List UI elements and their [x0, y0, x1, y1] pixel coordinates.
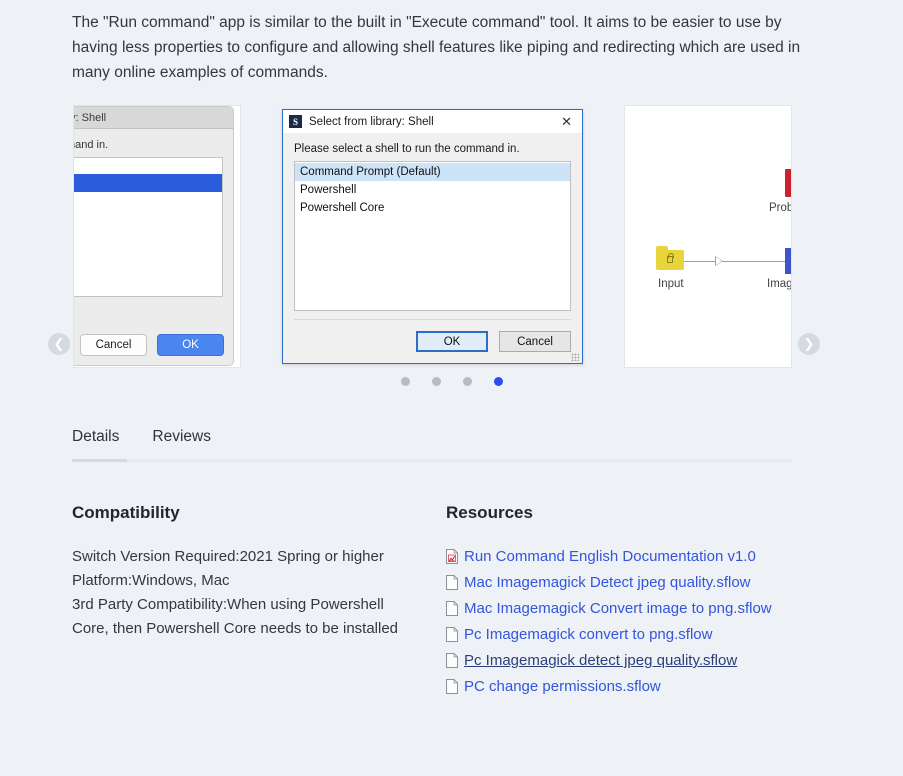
resource-item: Pc Imagemagick convert to png.sflow — [446, 623, 846, 647]
compatibility-section: Compatibility Switch Version Required:20… — [72, 503, 412, 641]
carousel-slides: ibrary: Shell e command in. Cancel OK S … — [0, 105, 903, 368]
yellow-folder-lock-icon — [656, 246, 684, 270]
list-item[interactable]: Command Prompt (Default) — [295, 163, 570, 181]
windows-shell-list[interactable]: Command Prompt (Default) Powershell Powe… — [294, 161, 571, 311]
screenshot-carousel: ❮ ❯ ibrary: Shell e command in. Cancel O… — [0, 105, 903, 386]
close-icon[interactable]: ✕ — [555, 115, 578, 128]
wf-node-label-problem: Proble — [769, 202, 791, 214]
mac-dialog-buttons: Cancel OK — [80, 334, 224, 356]
carousel-slide-next[interactable]: Proble Input Σ Image — [624, 105, 792, 368]
file-document-icon — [446, 627, 458, 642]
pdf-document-icon — [446, 549, 458, 564]
resource-item: PC change permissions.sflow — [446, 675, 846, 699]
carousel-slide-current[interactable]: S Select from library: Shell ✕ Please se… — [262, 105, 603, 368]
workflow-diagram: Proble Input Σ Image — [625, 106, 791, 367]
file-document-icon — [446, 679, 458, 694]
workflow-connector — [683, 261, 791, 262]
blue-app-icon: Σ — [785, 248, 791, 274]
windows-cancel-button[interactable]: Cancel — [499, 331, 571, 352]
carousel-slide-previous[interactable]: ibrary: Shell e command in. Cancel OK — [73, 105, 241, 368]
tab-active-indicator — [72, 459, 127, 462]
app-description: The "Run command" app is similar to the … — [72, 14, 801, 81]
resource-link[interactable]: Pc Imagemagick detect jpeg quality.sflow — [464, 652, 737, 669]
tab-underline — [72, 459, 792, 462]
resource-item: Run Command English Documentation v1.0 — [446, 545, 846, 569]
carousel-dots — [0, 377, 903, 386]
file-document-icon — [446, 601, 458, 616]
resource-item: Mac Imagemagick Convert image to png.sfl… — [446, 597, 846, 621]
switch-app-icon: S — [289, 115, 302, 128]
dialog-divider — [294, 319, 571, 320]
windows-dialog-titlebar: S Select from library: Shell ✕ — [283, 110, 582, 134]
resource-link[interactable]: Run Command English Documentation v1.0 — [464, 548, 756, 565]
tab-list: Details Reviews — [72, 428, 792, 459]
list-item[interactable]: Powershell — [295, 181, 570, 199]
file-document-icon — [446, 575, 458, 590]
tab-details[interactable]: Details — [72, 428, 119, 459]
carousel-dot-4[interactable] — [493, 377, 503, 386]
carousel-dot-2[interactable] — [431, 377, 441, 386]
list-item[interactable]: Powershell Core — [295, 199, 570, 217]
resource-item: Pc Imagemagick detect jpeg quality.sflow — [446, 649, 846, 673]
compatibility-line-3: 3rd Party Compatibility:When using Power… — [72, 596, 399, 637]
mac-select-shell-dialog: ibrary: Shell e command in. Cancel OK — [74, 106, 234, 366]
content-tabs: Details Reviews — [72, 428, 792, 462]
mac-list-selected-row[interactable] — [74, 174, 222, 192]
tab-reviews[interactable]: Reviews — [152, 428, 211, 459]
compatibility-line-2: Platform:Windows, Mac — [72, 572, 230, 589]
windows-dialog-prompt: Please select a shell to run the command… — [294, 143, 520, 155]
windows-select-shell-dialog: S Select from library: Shell ✕ Please se… — [282, 109, 583, 364]
resources-section: Resources Run Command English Documentat… — [446, 503, 846, 701]
windows-dialog-title: Select from library: Shell — [309, 115, 434, 128]
resource-link[interactable]: Pc Imagemagick convert to png.sflow — [464, 626, 712, 643]
mac-shell-list[interactable] — [74, 157, 223, 297]
mac-dialog-prompt: e command in. — [74, 139, 109, 151]
workflow-arrow-inner-icon — [716, 257, 722, 265]
resource-item: Mac Imagemagick Detect jpeg quality.sflo… — [446, 571, 846, 595]
resize-grip-icon[interactable] — [571, 353, 579, 361]
file-document-icon — [446, 653, 458, 668]
red-document-icon — [785, 169, 791, 197]
compatibility-heading: Compatibility — [72, 503, 180, 522]
compatibility-line-1: Switch Version Required:2021 Spring or h… — [72, 548, 384, 565]
windows-ok-button[interactable]: OK — [416, 331, 488, 352]
resource-link[interactable]: PC change permissions.sflow — [464, 678, 661, 695]
lock-icon — [667, 253, 674, 263]
resources-heading: Resources — [446, 503, 533, 522]
carousel-dot-3[interactable] — [462, 377, 472, 386]
resource-link[interactable]: Mac Imagemagick Convert image to png.sfl… — [464, 600, 772, 617]
mac-dialog-title: ibrary: Shell — [74, 107, 233, 129]
resource-link[interactable]: Mac Imagemagick Detect jpeg quality.sflo… — [464, 574, 751, 591]
carousel-dot-1[interactable] — [400, 377, 410, 386]
mac-cancel-button[interactable]: Cancel — [80, 334, 147, 356]
wf-node-label-image: Image — [767, 278, 792, 290]
windows-dialog-buttons: OK Cancel — [416, 331, 571, 352]
mac-ok-button[interactable]: OK — [157, 334, 224, 356]
wf-node-label-input: Input — [658, 278, 684, 290]
